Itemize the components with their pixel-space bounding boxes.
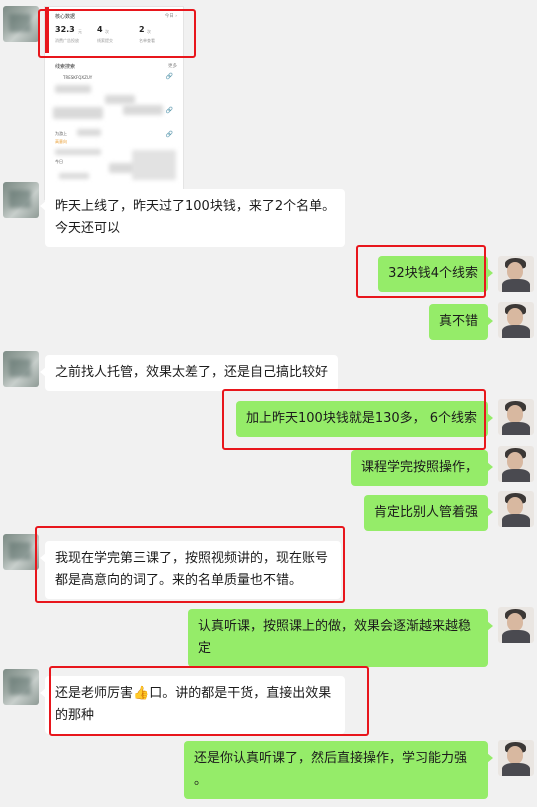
message-bubble-outgoing[interactable]: 认真听课，按照课上的做，效果会逐渐越来越稳 定 [188, 609, 493, 667]
message-text: 今天还可以 [55, 221, 121, 236]
lead-id: TRESKFQXZUY [63, 75, 93, 80]
message-text: 真不错 [438, 314, 478, 329]
message-bubble-incoming[interactable]: 昨天上线了，昨天过了100块钱，来了2个名单。 今天还可以 [40, 189, 345, 247]
my-avatar[interactable] [498, 740, 534, 776]
metric-value-2: 4 [97, 25, 103, 34]
core-data-more: 今日 › [164, 14, 177, 19]
lead-date: 今日 [55, 159, 63, 164]
metric-label-3: 名单查看 [139, 38, 155, 43]
metric-label-2: 线索提交 [97, 38, 113, 43]
contact-avatar[interactable] [3, 534, 39, 570]
message-text: 定 [198, 641, 212, 656]
blurred-area [132, 150, 176, 180]
lead-tag: 高意向 [55, 139, 67, 144]
my-avatar[interactable] [498, 491, 534, 527]
message-text: 32块钱4个线索 [388, 266, 478, 281]
blurred-text [55, 85, 91, 93]
message-text: 加上昨天100块钱就是130多， 6个线索 [246, 411, 478, 426]
leads-more: 更多 [168, 64, 177, 69]
contact-avatar[interactable] [3, 669, 39, 705]
card-divider [51, 57, 177, 58]
message-text: 课程学完按照操作， [360, 460, 478, 475]
message-bubble-outgoing[interactable]: 32块钱4个线索 [378, 256, 493, 292]
message-text: 都是高意向的词了。来的名单质量也不错。 [55, 573, 303, 588]
message-bubble-incoming[interactable]: 我现在学完第三课了，按照视频讲的，现在账号 都是高意向的词了。来的名单质量也不错… [40, 541, 341, 599]
metric-value-3: 2 [139, 25, 145, 34]
blurred-text [59, 173, 89, 179]
blurred-text [105, 95, 135, 104]
message-bubble-incoming[interactable]: 还是老师厉害👍口。讲的都是干货，直接出效果 的那种 [40, 676, 345, 734]
blurred-text [55, 149, 101, 155]
message-text: 之前找人托管，效果太差了，还是自己搞比较好 [55, 365, 329, 380]
metric-value-1: 32.3 [55, 25, 75, 34]
my-avatar[interactable] [498, 446, 534, 482]
message-bubble-outgoing[interactable]: 还是你认真听课了，然后直接操作，学习能力强 。 [184, 741, 493, 799]
link-icon[interactable]: 🔗 [166, 107, 173, 114]
message-text: 的那种 [55, 708, 95, 723]
blurred-text [77, 129, 101, 136]
metric-unit-1: 元 [78, 29, 82, 34]
thumbs-up-icon: 👍 [133, 686, 150, 701]
card-accent-bar [45, 7, 49, 53]
contact-avatar[interactable] [3, 351, 39, 387]
link-icon[interactable]: 🔗 [166, 73, 173, 80]
my-avatar[interactable] [498, 399, 534, 435]
message-text: 口。讲的都是干货，直接出效果 [149, 686, 332, 701]
my-avatar[interactable] [498, 256, 534, 292]
my-avatar[interactable] [498, 607, 534, 643]
message-text: 。 [194, 773, 208, 788]
metric-label-1: 消费广告投放 [55, 38, 79, 43]
blurred-text [53, 107, 103, 119]
my-avatar[interactable] [498, 302, 534, 338]
contact-avatar[interactable] [3, 182, 39, 218]
message-bubble-outgoing[interactable]: 真不错 [428, 304, 494, 340]
core-data-title: 核心数据 [55, 14, 76, 20]
message-text: 认真听课，按照课上的做，效果会逐渐越来越稳 [198, 619, 472, 634]
message-bubble-outgoing[interactable]: 加上昨天100块钱就是130多， 6个线索 [236, 401, 493, 437]
message-text: 我现在学完第三课了，按照视频讲的，现在账号 [55, 551, 329, 566]
message-text: 还是老师厉害 [55, 686, 134, 701]
message-bubble-outgoing[interactable]: 课程学完按照操作， [350, 450, 494, 486]
link-icon[interactable]: 🔗 [166, 131, 173, 138]
message-bubble-incoming[interactable]: 之前找人托管，效果太差了，还是自己搞比较好 [39, 355, 339, 391]
metric-unit-3: 次 [147, 29, 151, 34]
contact-avatar[interactable] [3, 6, 39, 42]
message-text: 肯定比别人管着强 [373, 505, 478, 520]
lead-second-name: 为游上 [55, 131, 67, 136]
metric-unit-2: 次 [105, 29, 109, 34]
leads-title: 线索搜索 [55, 64, 76, 70]
message-text: 还是你认真听课了，然后直接操作，学习能力强 [194, 751, 468, 766]
message-bubble-outgoing[interactable]: 肯定比别人管着强 [363, 495, 494, 531]
message-text: 昨天上线了，昨天过了100块钱，来了2个名单。 [55, 199, 336, 214]
blurred-text [123, 105, 163, 115]
